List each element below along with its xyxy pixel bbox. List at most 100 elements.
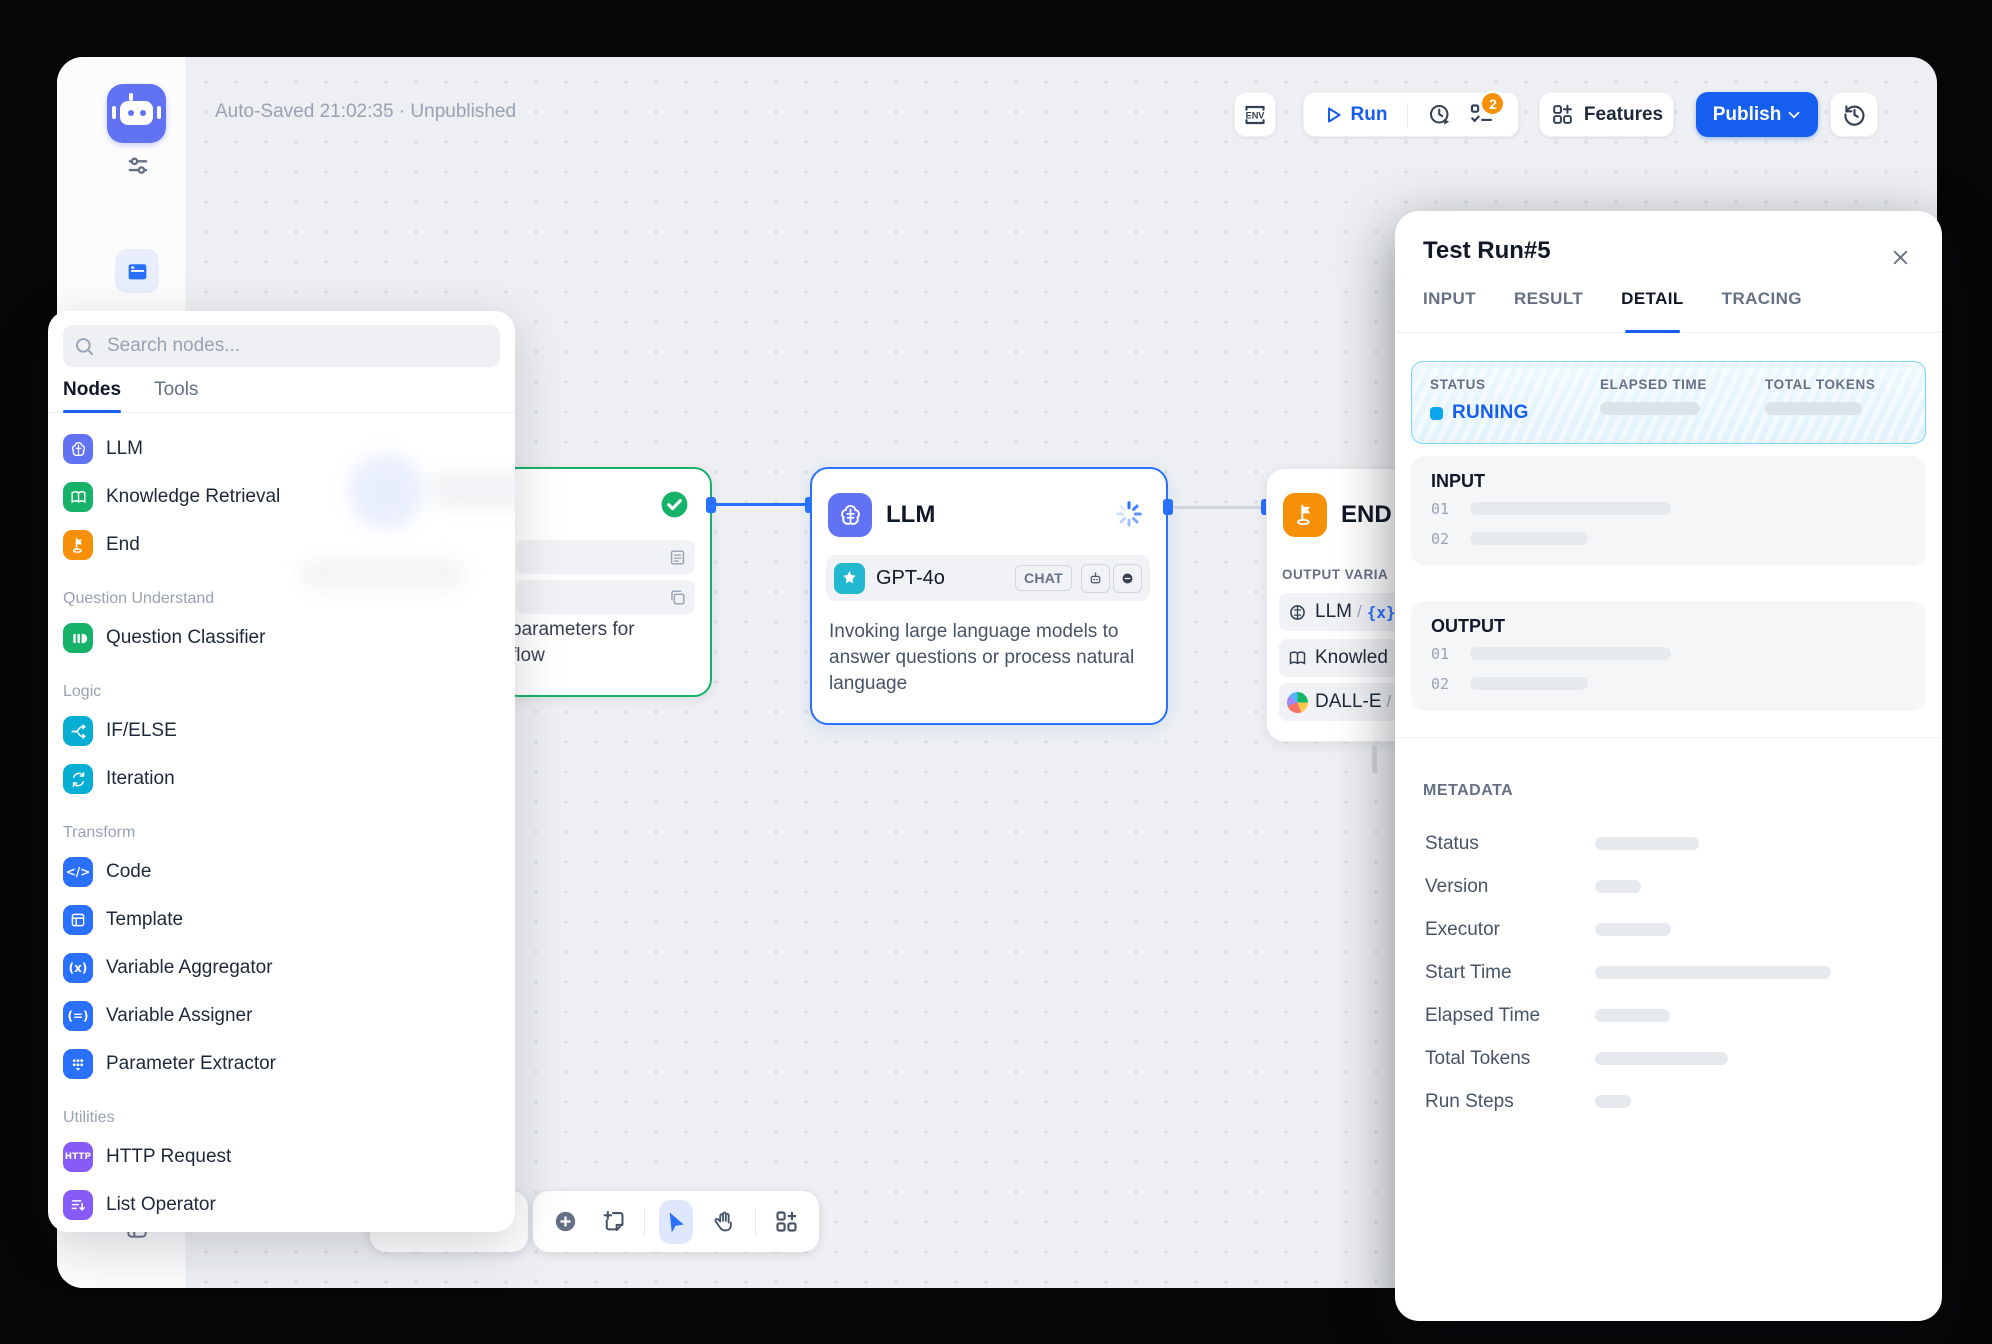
start-node[interactable]: parameters for flow (500, 467, 712, 697)
llm-output-handle[interactable] (1163, 499, 1173, 515)
row-number: 02 (1431, 675, 1470, 693)
llm-node[interactable]: LLM GPT-4o CHAT (810, 467, 1168, 725)
node-item-if-else[interactable]: IF/ELSE (63, 707, 500, 755)
node-item-knowledge-retrieval[interactable]: Knowledge Retrieval (63, 473, 500, 521)
node-item-parameter-extractor[interactable]: Parameter Extractor (63, 1040, 500, 1088)
value-skeleton (1470, 502, 1671, 515)
node-item-label: Knowledge Retrieval (106, 486, 280, 508)
node-item-llm[interactable]: LLM (63, 425, 500, 473)
node-section-header: Question Understand (63, 584, 500, 614)
organize-nodes-button[interactable] (770, 1200, 804, 1244)
notification-badge: 2 (1480, 91, 1505, 116)
template-icon (63, 905, 93, 935)
pointer-tool-button[interactable] (659, 1200, 693, 1244)
node-item-variable-aggregator[interactable]: (x) Variable Aggregator (63, 944, 500, 992)
node-item-end[interactable]: End (63, 521, 500, 569)
node-item-label: LLM (106, 438, 143, 460)
search-input[interactable] (105, 334, 490, 358)
end-flag-icon (1283, 493, 1327, 537)
node-item-label: Question Classifier (106, 627, 265, 649)
version-history-button[interactable] (1830, 92, 1878, 137)
row-number: 01 (1431, 500, 1470, 518)
chevron-down-icon (1785, 106, 1803, 124)
features-button[interactable]: Features (1539, 92, 1674, 137)
tab-detail[interactable]: DETAIL (1621, 289, 1684, 333)
edge-start-to-llm (712, 503, 810, 506)
env-label: ENV (1246, 110, 1266, 120)
run-panel-title: Test Run#5 (1411, 211, 1926, 267)
node-search-panel: Nodes Tools LLM Knowledge Retrieval End … (48, 311, 515, 1232)
tab-input[interactable]: INPUT (1423, 289, 1476, 333)
checklist-button[interactable]: 2 (1468, 101, 1495, 128)
node-item-list-operator[interactable]: List Operator (63, 1181, 500, 1229)
node-section-header: Transform (63, 818, 500, 848)
value-skeleton (1595, 966, 1831, 979)
status-label: STATUS (1430, 377, 1600, 392)
tab-result[interactable]: RESULT (1514, 289, 1583, 333)
add-node-button[interactable] (548, 1200, 582, 1244)
node-item-template[interactable]: Template (63, 896, 500, 944)
node-section-header: Utilities (63, 1103, 500, 1133)
hand-tool-button[interactable] (707, 1200, 741, 1244)
run-history-clock-icon[interactable] (1427, 102, 1453, 128)
llm-node-description: Invoking large language models to answer… (829, 619, 1159, 697)
canvas-scrollbar[interactable] (1372, 745, 1377, 773)
preferences-sliders-icon[interactable] (124, 152, 152, 180)
value-skeleton (1470, 532, 1588, 545)
vision-eye-icon[interactable] (1113, 564, 1142, 593)
env-button[interactable]: ENV (1234, 92, 1276, 137)
code-icon: </> (63, 857, 93, 887)
elapsed-skeleton (1600, 402, 1700, 415)
model-selector-row[interactable]: GPT-4o CHAT (826, 555, 1150, 601)
tab-tools[interactable]: Tools (154, 379, 198, 412)
add-note-button[interactable] (596, 1200, 630, 1244)
app-logo-robot-icon[interactable] (107, 84, 166, 143)
start-output-handle[interactable] (706, 497, 716, 513)
metadata-label: Executor (1425, 919, 1581, 941)
node-item-variable-assigner[interactable]: (=) Variable Assigner (63, 992, 500, 1040)
search-icon (73, 335, 96, 358)
workflow-app-icon[interactable] (115, 249, 159, 293)
publish-label: Publish (1713, 104, 1782, 126)
separator: / (1357, 602, 1362, 622)
publish-button[interactable]: Publish (1696, 92, 1818, 137)
chat-mode-badge: CHAT (1015, 565, 1072, 591)
close-icon[interactable] (1886, 243, 1914, 271)
output-var-name: Knowled (1315, 647, 1388, 669)
start-field-row[interactable] (516, 580, 695, 614)
node-item-iteration[interactable]: Iteration (63, 755, 500, 803)
node-item-label: IF/ELSE (106, 720, 177, 742)
value-skeleton (1595, 837, 1699, 850)
tokens-skeleton (1765, 402, 1862, 415)
value-skeleton (1595, 880, 1641, 893)
end-node-title: END (1341, 501, 1392, 529)
tab-tracing[interactable]: TRACING (1722, 289, 1802, 333)
canvas-toolbar (533, 1191, 819, 1252)
node-item-http-request[interactable]: HTTP HTTP Request (63, 1133, 500, 1181)
node-item-label: HTTP Request (106, 1146, 231, 1168)
play-icon (1321, 103, 1345, 127)
output-variables-label: OUTPUT VARIA (1282, 567, 1388, 582)
agent-robot-icon[interactable] (1081, 564, 1110, 593)
llm-node-title: LLM (886, 501, 935, 529)
divider (1407, 103, 1408, 127)
branch-icon (63, 716, 93, 746)
value-skeleton (1595, 923, 1671, 936)
row-number: 01 (1431, 645, 1470, 663)
metadata-label: Status (1425, 833, 1581, 855)
parameter-extractor-icon (63, 1049, 93, 1079)
run-button[interactable]: Run (1321, 103, 1398, 127)
elapsed-time-label: ELAPSED TIME (1600, 377, 1765, 392)
metadata-row: Executor (1411, 908, 1926, 951)
http-icon: HTTP (63, 1142, 93, 1172)
success-check-icon (659, 489, 690, 520)
node-item-code[interactable]: </> Code (63, 848, 500, 896)
node-item-label: Template (106, 909, 183, 931)
run-control-group: Run 2 (1303, 92, 1519, 137)
row-number: 02 (1431, 530, 1470, 548)
start-field-row[interactable] (516, 540, 695, 574)
metadata-label: Version (1425, 876, 1581, 898)
tab-nodes[interactable]: Nodes (63, 379, 121, 412)
edge-llm-to-end (1168, 506, 1266, 509)
node-item-question-classifier[interactable]: Question Classifier (63, 614, 500, 662)
